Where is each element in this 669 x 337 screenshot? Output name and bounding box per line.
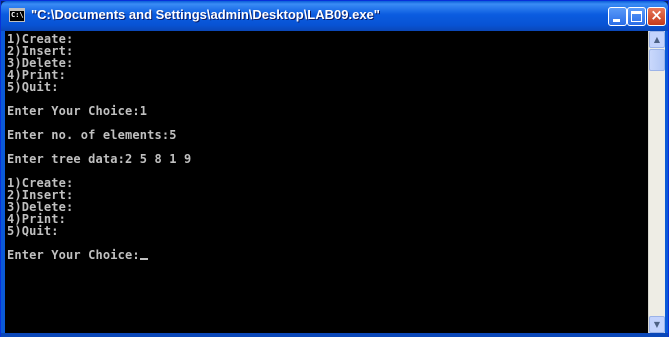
scroll-thumb[interactable] bbox=[649, 49, 665, 71]
console-line: Enter no. of elements:5 bbox=[7, 128, 177, 142]
console-line: 5)Quit: bbox=[7, 224, 59, 238]
console-app-icon[interactable]: C:\ bbox=[9, 8, 25, 22]
icon-text: C:\ bbox=[11, 11, 24, 19]
console-window: C:\ "C:\Documents and Settings\admin\Des… bbox=[0, 0, 669, 337]
minimize-icon bbox=[613, 19, 620, 22]
window-frame-right bbox=[665, 31, 668, 333]
console-prompt: Enter Your Choice: bbox=[7, 248, 140, 262]
close-icon: × bbox=[650, 6, 663, 24]
console-prompt-line[interactable]: Enter Your Choice: bbox=[7, 249, 148, 261]
maximize-icon bbox=[631, 11, 642, 22]
minimize-button[interactable] bbox=[608, 7, 627, 26]
scroll-up-button[interactable]: ▲ bbox=[649, 31, 665, 48]
close-button[interactable]: × bbox=[647, 7, 666, 26]
console-output[interactable]: 1)Create: 2)Insert: 3)Delete: 4)Print: 5… bbox=[5, 31, 648, 333]
console-line: 5)Quit: bbox=[7, 80, 59, 94]
window-frame-bottom bbox=[1, 333, 668, 337]
title-bar[interactable]: C:\ "C:\Documents and Settings\admin\Des… bbox=[1, 1, 668, 31]
arrow-down-icon: ▼ bbox=[653, 320, 661, 329]
maximize-button[interactable] bbox=[627, 7, 646, 26]
window-title: "C:\Documents and Settings\admin\Desktop… bbox=[31, 7, 380, 22]
text-cursor bbox=[139, 258, 148, 260]
console-line: Enter Your Choice:1 bbox=[7, 104, 148, 118]
vertical-scrollbar[interactable]: ▲ ▼ bbox=[648, 31, 665, 333]
console-line: Enter tree data:2 5 8 1 9 bbox=[7, 152, 192, 166]
arrow-up-icon: ▲ bbox=[653, 35, 661, 44]
scroll-down-button[interactable]: ▼ bbox=[649, 316, 665, 333]
